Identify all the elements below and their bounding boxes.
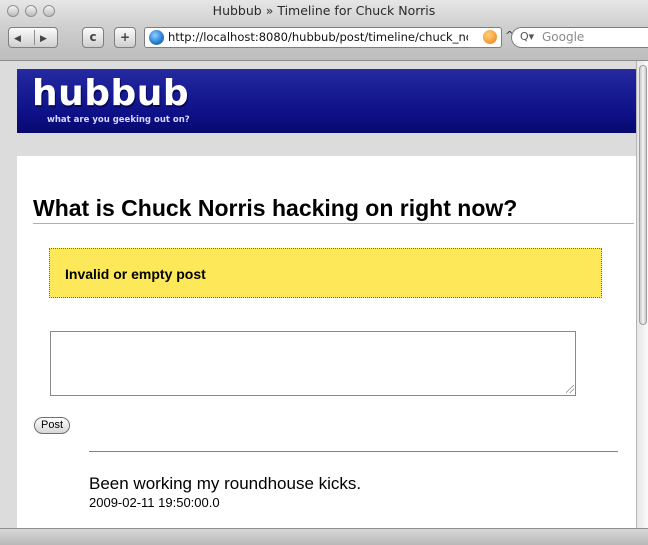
- snapback-icon[interactable]: [483, 30, 497, 44]
- url-text[interactable]: http://localhost:8080/hubbub/post/timeli…: [168, 30, 468, 44]
- site-logo[interactable]: hubbub: [32, 73, 189, 114]
- site-banner: hubbub what are you geeking out on?: [17, 69, 636, 133]
- segment-divider: [34, 30, 35, 45]
- browser-chrome: Hubbub » Timeline for Chuck Norris ◀ ▶ c…: [0, 0, 648, 61]
- site-tagline: what are you geeking out on?: [47, 115, 190, 125]
- error-flash-message: Invalid or empty post: [49, 248, 602, 298]
- search-placeholder: Google: [542, 30, 585, 44]
- reload-icon: c: [89, 30, 97, 44]
- search-icon[interactable]: Q▾: [520, 30, 534, 43]
- page-viewport: hubbub what are you geeking out on? What…: [0, 61, 636, 528]
- window-title: Hubbub » Timeline for Chuck Norris: [212, 3, 436, 18]
- vertical-scrollbar[interactable]: [636, 61, 648, 528]
- forward-icon[interactable]: ▶: [40, 30, 47, 45]
- heading-divider: [33, 223, 634, 224]
- back-icon[interactable]: ◀: [14, 30, 21, 45]
- search-field[interactable]: Q▾ Google: [511, 27, 648, 48]
- status-bar: [0, 528, 648, 545]
- globe-icon: [149, 30, 164, 45]
- address-bar[interactable]: http://localhost:8080/hubbub/post/timeli…: [144, 27, 502, 48]
- main-content: What is Chuck Norris hacking on right no…: [17, 156, 636, 528]
- post-divider-top: [89, 451, 618, 452]
- scrollbar-thumb[interactable]: [639, 65, 647, 325]
- browser-window: Hubbub » Timeline for Chuck Norris ◀ ▶ c…: [0, 0, 648, 545]
- post-timestamp: 2009-02-11 19:50:00.0: [89, 495, 220, 510]
- post-content-input[interactable]: [50, 331, 576, 396]
- post-button[interactable]: Post: [34, 417, 71, 434]
- plus-icon: +: [119, 30, 131, 44]
- post-content: Been working my roundhouse kicks.: [89, 474, 362, 493]
- error-message-text: Invalid or empty post: [65, 266, 206, 282]
- page-heading: What is Chuck Norris hacking on right no…: [33, 195, 518, 221]
- back-forward-control: ◀ ▶: [8, 27, 58, 48]
- reload-button[interactable]: c: [82, 27, 104, 48]
- resize-grip-icon[interactable]: [566, 385, 574, 393]
- add-bookmark-button[interactable]: +: [114, 27, 136, 48]
